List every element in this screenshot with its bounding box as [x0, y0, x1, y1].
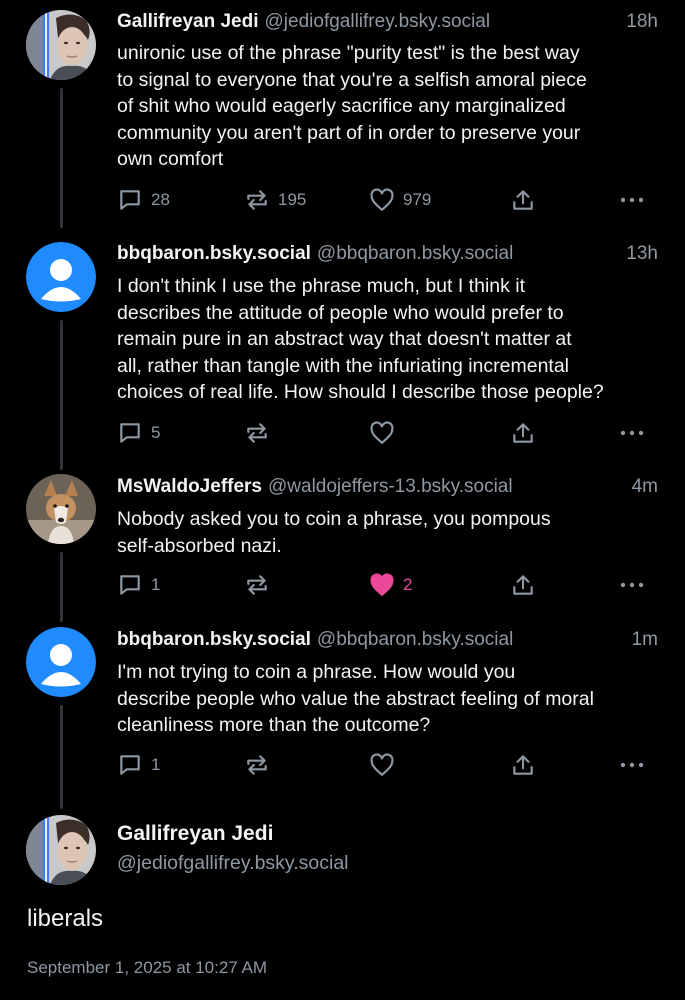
avatar[interactable] — [26, 10, 96, 80]
heart-icon — [370, 421, 394, 444]
more-options-icon — [620, 762, 644, 768]
post-time[interactable]: 18h — [626, 9, 658, 35]
photo-avatar-man-lightsaber — [26, 815, 96, 885]
repost-button[interactable] — [244, 419, 278, 447]
author-handle[interactable]: @waldojeffers-13.bsky.social — [268, 476, 513, 497]
share-icon — [513, 190, 533, 210]
more-options-button[interactable] — [617, 571, 647, 599]
share-button[interactable] — [510, 571, 536, 599]
reply-icon — [120, 423, 140, 443]
author-handle[interactable]: @bbqbaron.bsky.social — [317, 629, 513, 650]
more-options-button[interactable] — [617, 751, 647, 779]
post-actions: 28 195 979 — [117, 186, 657, 214]
post-text: I don't think I use the phrase much, but… — [117, 275, 604, 403]
share-button[interactable] — [510, 751, 536, 779]
repost-button[interactable] — [244, 571, 278, 599]
thread-post[interactable]: bbqbaron.bsky.social @bbqbaron.bsky.socia… — [0, 232, 685, 457]
reply-count: 1 — [151, 575, 161, 594]
heart-icon — [370, 753, 394, 776]
post-time[interactable]: 1m — [632, 627, 658, 653]
reply-count: 5 — [151, 423, 161, 442]
more-options-icon — [620, 197, 644, 203]
repost-icon — [247, 575, 267, 595]
share-icon — [513, 755, 533, 775]
repost-button[interactable]: 195 — [244, 186, 306, 214]
share-button[interactable] — [510, 186, 536, 214]
default-user-icon — [26, 242, 96, 312]
share-button[interactable] — [510, 419, 536, 447]
thread-post[interactable]: Gallifreyan Jedi @jediofgallifrey.bsky.so… — [0, 0, 685, 225]
photo-avatar-man-lightsaber — [26, 10, 96, 80]
like-count: 979 — [403, 190, 432, 209]
repost-icon — [247, 423, 267, 443]
reply-icon — [120, 755, 140, 775]
reply-button[interactable]: 5 — [117, 419, 160, 447]
post-actions: 1 — [117, 751, 657, 779]
post-timestamp: September 1, 2025 at 10:27 AM — [27, 958, 268, 977]
like-button[interactable] — [369, 419, 403, 447]
like-button[interactable] — [369, 751, 403, 779]
photo-avatar-dog — [26, 474, 96, 544]
post-time[interactable]: 4m — [632, 474, 658, 500]
thread-post[interactable]: MsWaldoJeffers @waldojeffers-13.bsky.soci… — [0, 464, 685, 614]
reply-button[interactable]: 28 — [117, 186, 170, 214]
author-name[interactable]: bbqbaron.bsky.social — [117, 629, 311, 650]
author-handle[interactable]: @jediofgallifrey.bsky.social — [117, 852, 349, 875]
post-actions: 1 2 — [117, 571, 657, 599]
post-time[interactable]: 13h — [626, 241, 658, 267]
reply-count: 28 — [151, 190, 170, 209]
more-options-icon — [620, 582, 644, 588]
author-name[interactable]: bbqbaron.bsky.social — [117, 243, 311, 264]
avatar[interactable] — [26, 242, 96, 312]
like-count: 2 — [403, 575, 413, 594]
repost-count: 195 — [278, 190, 307, 209]
repost-button[interactable] — [244, 751, 278, 779]
avatar[interactable] — [26, 815, 96, 885]
reply-button[interactable]: 1 — [117, 571, 160, 599]
heart-icon — [370, 188, 394, 211]
author-name[interactable]: MsWaldoJeffers — [117, 476, 262, 497]
default-user-icon — [26, 627, 96, 697]
avatar[interactable] — [26, 627, 96, 697]
more-options-icon — [620, 430, 644, 436]
share-icon — [513, 423, 533, 443]
author-name[interactable]: Gallifreyan Jedi — [117, 11, 259, 32]
like-button[interactable]: 2 — [369, 571, 412, 599]
avatar[interactable] — [26, 474, 96, 544]
reply-icon — [120, 575, 140, 595]
reply-button[interactable]: 1 — [117, 751, 160, 779]
post-text: unironic use of the phrase "purity test"… — [117, 42, 587, 170]
more-options-button[interactable] — [617, 186, 647, 214]
repost-icon — [247, 190, 267, 210]
reply-count: 1 — [151, 755, 161, 774]
author-handle[interactable]: @jediofgallifrey.bsky.social — [265, 11, 491, 32]
share-icon — [513, 575, 533, 595]
repost-icon — [247, 755, 267, 775]
post-text: liberals — [27, 905, 104, 932]
like-button[interactable]: 979 — [369, 186, 431, 214]
reply-icon — [120, 190, 140, 210]
more-options-button[interactable] — [617, 419, 647, 447]
author-handle[interactable]: @bbqbaron.bsky.social — [317, 243, 513, 264]
author-name[interactable]: Gallifreyan Jedi — [117, 822, 273, 846]
post-actions: 5 — [117, 419, 657, 447]
post-text: I'm not trying to coin a phrase. How wou… — [117, 661, 594, 736]
thread-post[interactable]: bbqbaron.bsky.social @bbqbaron.bsky.socia… — [0, 617, 685, 787]
heart-filled-icon — [370, 573, 394, 596]
post-text: Nobody asked you to coin a phrase, you p… — [117, 508, 551, 557]
